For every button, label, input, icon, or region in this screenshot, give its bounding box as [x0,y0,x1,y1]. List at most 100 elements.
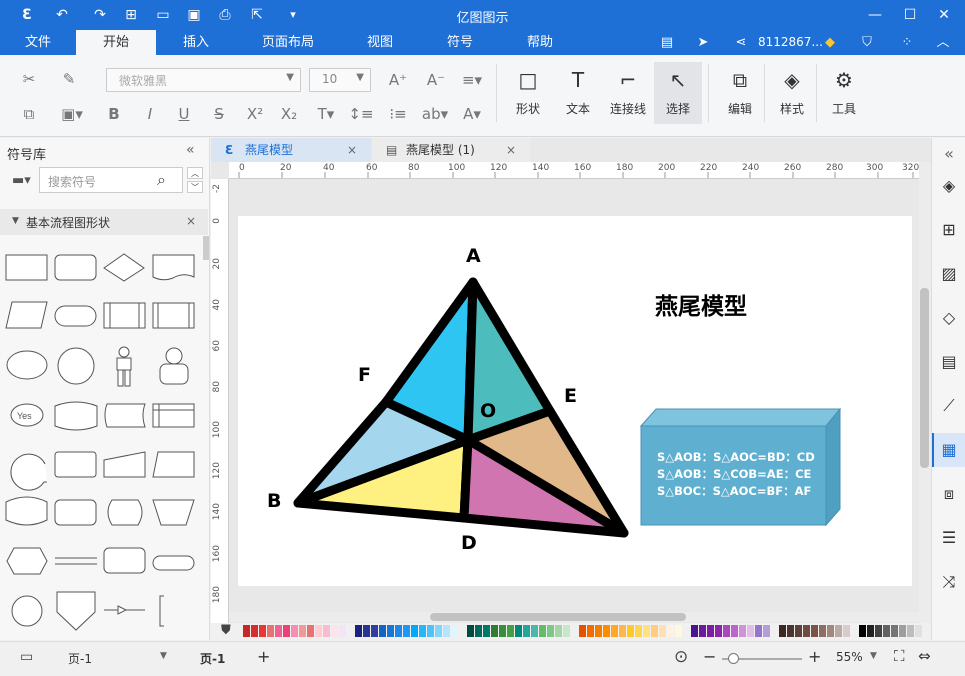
shirt-icon[interactable]: ⛉ [856,30,878,55]
menu-view[interactable]: 视图 [356,30,404,55]
menu-insert[interactable]: 插入 [170,30,222,55]
page-icon[interactable]: ▤ [937,350,961,374]
shape-alternate[interactable] [54,499,97,526]
shape-terminator[interactable] [54,305,97,327]
menu-file[interactable]: 文件 [14,30,62,55]
table-icon[interactable]: ▦ [937,438,961,462]
shape-document[interactable] [152,254,195,281]
scroll-down-icon[interactable]: ﹀ [187,181,203,193]
increase-font-icon[interactable]: A⁺ [386,70,410,90]
text-direction-icon[interactable]: T▾ [312,104,340,124]
chart-icon[interactable]: ⟋ [937,394,961,418]
expand-section-icon[interactable]: ▼ [12,216,19,226]
shape-cylinder[interactable] [54,401,98,431]
shape-display[interactable] [107,499,143,526]
shape-annotation[interactable] [159,595,164,627]
text-case-icon[interactable]: ab▾ [420,104,450,124]
line-spacing-icon[interactable]: ↕≡ [346,104,376,124]
fit-page-icon[interactable]: ⛶ [894,647,905,665]
user-name[interactable]: 8112867... [758,30,823,55]
layers-icon[interactable]: ◇ [937,306,961,330]
page-tab[interactable]: 页-1 [200,650,225,667]
shape-button[interactable]: □ 形状 [504,62,552,124]
close-icon[interactable]: ✕ [935,6,953,24]
formula-text[interactable]: S△AOB：S△AOC=BD：CD S△AOB：S△COB=AE：CE S△BO… [657,449,832,500]
shape-card[interactable] [152,451,195,478]
menu-symbol[interactable]: 符号 [436,30,484,55]
zoom-in-icon[interactable]: + [808,647,821,666]
shape-stored-data[interactable] [104,403,146,428]
underline-icon[interactable]: U [174,104,194,124]
diagram-title[interactable]: 燕尾模型 [655,287,747,321]
zoom-slider-handle[interactable] [728,653,739,664]
share-icon[interactable]: ⋖ [730,30,752,55]
shape-rounded-rect[interactable] [54,254,97,281]
chevron-down-icon[interactable]: ▼ [870,651,877,661]
expand-panel-icon[interactable]: « [937,142,961,166]
strikethrough-icon[interactable]: S [209,104,229,124]
color-palette[interactable]: ⛊ [211,623,931,640]
add-page-icon[interactable]: + [257,647,270,666]
collapse-ribbon-icon[interactable]: ︿ [932,30,954,55]
shape-circle[interactable] [57,347,95,385]
horizontal-scrollbar-thumb[interactable] [430,613,686,621]
shape-loop-limit[interactable] [103,547,146,574]
collapse-panel-icon[interactable]: « [186,142,195,158]
tab-inactive[interactable]: ▤ 燕尾模型 (1) × [372,138,530,162]
vertical-scrollbar-thumb[interactable] [920,288,929,468]
shape-preparation[interactable] [6,547,48,575]
library-menu-icon[interactable]: ▬▾ [12,173,31,188]
tools-button[interactable]: ⚙ 工具 [820,62,868,124]
bold-icon[interactable]: B [104,104,124,124]
search-icon[interactable]: ⌕ [157,170,166,190]
close-section-icon[interactable]: × [186,214,196,228]
font-color-icon[interactable]: A▾ [458,104,486,124]
send-icon[interactable]: ➤ [692,30,714,55]
shape-ellipse[interactable] [6,350,48,380]
shape-offpage[interactable] [56,591,96,631]
shape-direct-data[interactable] [54,451,97,478]
minimize-icon[interactable]: — [866,6,884,24]
scroll-up-icon[interactable]: ︿ [187,167,203,179]
shape-manual-input[interactable] [103,451,146,478]
menu-page-layout[interactable]: 页面布局 [256,30,320,55]
select-button[interactable]: ↖ 选择 [654,62,702,124]
bullet-list-icon[interactable]: ⁝≡ [384,104,412,124]
shape-connector[interactable] [11,595,43,627]
font-size-select[interactable]: 10 ▼ [309,68,371,92]
text-button[interactable]: T 文本 [554,62,602,124]
shape-tape[interactable] [5,496,48,526]
shape-sequential[interactable] [10,453,47,491]
apps-icon[interactable]: ⁘ [896,30,918,55]
shape-data[interactable] [5,301,48,329]
zoom-out-icon[interactable]: − [703,647,716,666]
zoom-level[interactable]: 55% [836,650,863,664]
copy-icon[interactable]: ⧉ [18,104,40,124]
tab-active[interactable]: Ɛ 燕尾模型 × [211,138,371,162]
frame-icon[interactable]: ⧈ [937,482,961,506]
connector-button[interactable]: ⌐ 连接线 [604,62,652,124]
library-scrollbar[interactable] [203,236,209,260]
shape-grid-box[interactable] [152,302,195,329]
image-icon[interactable]: ▨ [937,262,961,286]
shape-decision[interactable] [103,253,145,282]
fill-bucket-icon[interactable]: ⛊ [221,623,231,638]
maximize-icon[interactable]: ☐ [901,6,919,24]
menu-home[interactable]: 开始 [76,30,156,55]
shape-manual-operation[interactable] [152,499,195,526]
fit-width-icon[interactable]: ⇔ [918,647,931,665]
chevron-down-icon[interactable]: ▼ [160,651,167,661]
close-tab-icon[interactable]: × [506,138,516,162]
italic-icon[interactable]: I [140,104,160,124]
shuffle-icon[interactable]: ⤨ [937,570,961,594]
align-icon[interactable]: ≡▾ [458,70,486,90]
grid-icon[interactable]: ⊞ [937,218,961,242]
style-button[interactable]: ◈ 样式 [768,62,816,124]
shape-user[interactable] [159,347,189,385]
shape-process[interactable] [5,254,48,281]
superscript-icon[interactable]: X² [244,104,266,124]
comment-icon[interactable]: ▤ [656,30,678,55]
page-view-icon[interactable]: ▭ [20,649,33,665]
menu-help[interactable]: 帮助 [516,30,564,55]
cut-icon[interactable]: ✂ [18,69,40,89]
